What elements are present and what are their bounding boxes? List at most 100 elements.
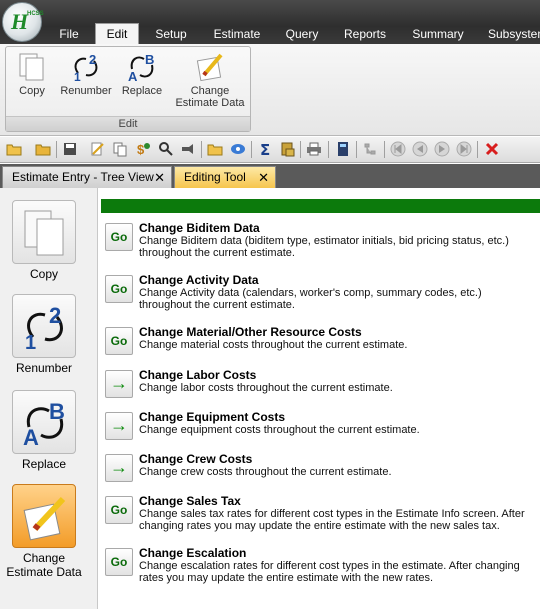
toolbar-separator	[384, 141, 385, 158]
ribbon-group-edit: Copy 1 2 Renumber A B Replace Change Est…	[5, 46, 251, 132]
editing-tool-panel: Go Change Biditem Data Change Biditem da…	[99, 188, 540, 609]
menu-tab-query[interactable]: Query	[284, 24, 320, 44]
first-icon[interactable]	[390, 141, 406, 157]
close-icon[interactable]: ✕	[258, 167, 269, 188]
go-button[interactable]: Go	[105, 496, 133, 524]
tool-description: Change Biditem data (biditem type, estim…	[139, 235, 509, 259]
ribbon-copy-label: Copy	[19, 85, 45, 97]
sidebar-renumber-label: Renumber	[15, 361, 73, 375]
ribbon: Copy 1 2 Renumber A B Replace Change Est…	[0, 44, 540, 136]
menu-tab-file[interactable]: File	[56, 24, 82, 44]
tool-title: Change Escalation	[139, 546, 247, 560]
replace-icon: A B	[128, 52, 154, 83]
logo-h-icon: H	[11, 9, 29, 34]
edit-icon[interactable]	[89, 141, 105, 157]
copy-icon	[19, 53, 44, 81]
menu-tab-subsystem[interactable]: Subsystem	[488, 24, 540, 44]
tool-title: Change Biditem Data	[139, 221, 260, 235]
sidebar-replace-button[interactable]: A B	[12, 390, 76, 454]
ribbon-copy-button[interactable]: Copy	[12, 51, 52, 97]
ribbon-renumber-button[interactable]: 1 2 Renumber	[56, 51, 116, 97]
go-button[interactable]: Go	[105, 223, 133, 251]
price-icon[interactable]: $	[135, 141, 151, 157]
toolbar-separator	[201, 141, 202, 158]
svg-text:B: B	[145, 52, 154, 67]
change-estimate-data-icon	[196, 53, 223, 82]
change-estimate-data-icon	[23, 496, 66, 541]
ribbon-change-estimate-data-button[interactable]: Change Estimate Data	[172, 51, 248, 109]
menu-tab-estimate[interactable]: Estimate	[212, 24, 262, 44]
replace-icon: A B	[23, 399, 65, 447]
svg-text:$: $	[137, 142, 145, 157]
toolbar-separator	[477, 141, 478, 158]
renumber-icon: 1 2	[74, 52, 98, 83]
svg-text:1: 1	[25, 332, 36, 351]
toolbar-separator	[356, 141, 357, 158]
go-button[interactable]: Go	[105, 548, 133, 576]
tool-description: Change material costs throughout the cur…	[139, 339, 408, 351]
menu-tab-reports[interactable]: Reports	[342, 24, 388, 44]
app-logo[interactable]: H HCSS	[2, 2, 44, 42]
tool-description: Change escalation rates for different co…	[139, 560, 520, 584]
last-icon[interactable]	[456, 141, 472, 157]
printer-icon[interactable]	[306, 141, 322, 157]
sidebar-copy-button[interactable]	[12, 200, 76, 264]
save-icon[interactable]	[62, 141, 78, 157]
ribbon-renumber-label: Renumber	[60, 85, 112, 97]
ribbon-replace-label: Replace	[121, 85, 163, 97]
svg-text:2: 2	[49, 303, 61, 328]
tool-description: Change labor costs throughout the curren…	[139, 382, 393, 394]
svg-text:A: A	[128, 69, 138, 83]
go-button[interactable]: Go	[105, 275, 133, 303]
calculator-stack-icon[interactable]	[280, 141, 296, 157]
toolbar-separator	[251, 141, 252, 158]
sidebar-replace-label: Replace	[21, 457, 67, 471]
close-red-icon[interactable]	[484, 141, 500, 157]
tool-title: Change Activity Data	[139, 273, 259, 287]
ribbon-replace-button[interactable]: A B Replace	[120, 51, 164, 97]
header-bar	[101, 199, 540, 213]
previous-icon[interactable]	[412, 141, 428, 157]
open-folder-icon[interactable]	[6, 141, 22, 157]
calculator-icon[interactable]	[335, 141, 351, 157]
tool-description: Change equipment costs throughout the cu…	[139, 424, 420, 436]
tree-icon[interactable]	[362, 141, 378, 157]
arrow-button[interactable]: →	[105, 370, 133, 398]
tab-estimate-entry-tree-view[interactable]: Estimate Entry - Tree View ✕	[2, 166, 172, 188]
ribbon-group-label: Edit	[6, 116, 250, 131]
tab-label: Estimate Entry - Tree View	[12, 170, 154, 184]
sidebar-change-label-line2: Estimate Data	[6, 565, 82, 579]
tab-editing-tool[interactable]: Editing Tool ✕	[174, 166, 276, 188]
folder-icon[interactable]	[35, 141, 51, 157]
copy-icon	[24, 210, 64, 256]
tool-title: Change Material/Other Resource Costs	[139, 325, 362, 339]
tool-title: Change Labor Costs	[139, 368, 257, 382]
search-icon[interactable]	[158, 141, 174, 157]
menu-tab-edit[interactable]: Edit	[95, 23, 139, 45]
toolbar-separator	[56, 141, 57, 158]
close-icon[interactable]: ✕	[154, 167, 165, 188]
arrow-button[interactable]: →	[105, 412, 133, 440]
sum-icon[interactable]: Σ	[258, 141, 274, 157]
renumber-icon: 1 2	[25, 303, 63, 351]
svg-text:1: 1	[74, 70, 81, 83]
copy-pages-icon[interactable]	[112, 141, 128, 157]
svg-text:Σ: Σ	[260, 141, 270, 157]
tool-description: Change sales tax rates for different cos…	[139, 508, 525, 532]
svg-text:A: A	[23, 425, 39, 447]
next-icon[interactable]	[434, 141, 450, 157]
tool-sidebar: Copy 1 2 Renumber A B Replace Change Est…	[0, 188, 98, 609]
disk-icon[interactable]	[230, 141, 246, 157]
arrow-button[interactable]: →	[105, 454, 133, 482]
sidebar-change-estimate-data-button[interactable]	[12, 484, 76, 548]
toolbar-separator	[328, 141, 329, 158]
folder-open-icon[interactable]	[207, 141, 223, 157]
svg-text:2: 2	[89, 52, 96, 67]
menu-tab-setup[interactable]: Setup	[152, 24, 190, 44]
go-button[interactable]: Go	[105, 327, 133, 355]
flashlight-icon[interactable]	[180, 141, 196, 157]
menu-tab-summary[interactable]: Summary	[410, 24, 466, 44]
tool-description: Change Activity data (calendars, worker'…	[139, 287, 482, 311]
sidebar-renumber-button[interactable]: 1 2	[12, 294, 76, 358]
sidebar-copy-label: Copy	[29, 267, 58, 281]
